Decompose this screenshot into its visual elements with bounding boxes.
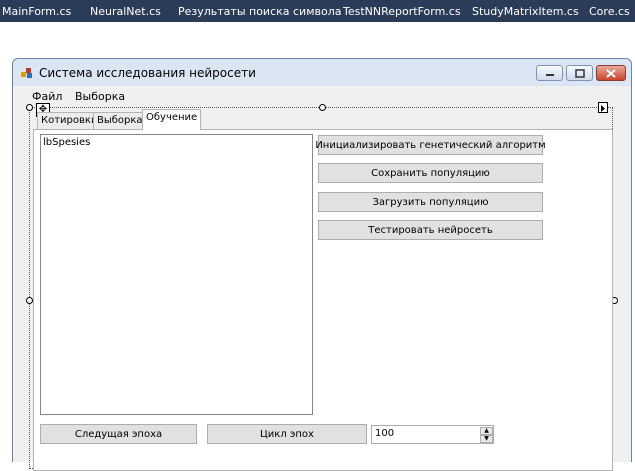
title-bar[interactable]: Система исследования нейросети — [13, 59, 631, 87]
doc-tab-testnnreport[interactable]: TestNNReportForm.cs — [343, 5, 461, 18]
menu-file[interactable]: Файл — [32, 90, 62, 103]
window-title: Система исследования нейросети — [39, 66, 256, 80]
tab-sample[interactable]: Выборка — [93, 112, 147, 129]
close-button[interactable] — [596, 65, 626, 81]
tab-quotes[interactable]: Котировки — [37, 112, 102, 129]
test-network-button[interactable]: Тестировать нейросеть — [318, 220, 543, 240]
listbox-item[interactable]: lbSpesies — [43, 137, 90, 148]
load-population-button[interactable]: Загрузить популяцию — [318, 192, 543, 212]
spin-up-icon[interactable]: ▲ — [480, 427, 493, 435]
epoch-count-value: 100 — [375, 428, 395, 439]
spin-down-icon[interactable]: ▼ — [480, 435, 493, 443]
epoch-count-stepper[interactable]: 100 ▲ ▼ — [371, 425, 494, 444]
form-window: Система исследования нейросети Файл Выбо… — [12, 58, 632, 471]
document-tab-strip: MainForm.cs NeuralNet.cs Результаты поис… — [0, 0, 635, 22]
resize-handle-middle-left[interactable] — [26, 297, 33, 304]
close-icon — [606, 68, 616, 78]
init-genetic-algorithm-button[interactable]: Инициализировать генетический алгоритм — [315, 135, 546, 155]
doc-tab-mainform[interactable]: MainForm.cs — [2, 5, 71, 18]
next-epoch-button[interactable]: Следущая эпоха — [40, 424, 197, 444]
doc-tab-search-results[interactable]: Результаты поиска символа — [178, 5, 342, 18]
maximize-icon — [574, 68, 585, 78]
doc-tab-studymatrixitem[interactable]: StudyMatrixItem.cs — [472, 5, 579, 18]
save-population-button[interactable]: Сохранить популяцию — [318, 163, 543, 183]
tab-learning[interactable]: Обучение — [142, 109, 202, 130]
resize-handle-top-left[interactable] — [26, 104, 33, 111]
app-icon — [21, 68, 32, 78]
epoch-cycle-button[interactable]: Цикл эпох — [207, 424, 367, 444]
designer-surface: Система исследования нейросети Файл Выбо… — [0, 22, 635, 471]
doc-tab-core[interactable]: Core.cs — [589, 5, 630, 18]
resize-handle-top-center[interactable] — [319, 104, 326, 111]
minimize-button[interactable] — [536, 65, 563, 81]
minimize-icon — [545, 74, 554, 76]
menu-bar: Файл Выборка — [13, 87, 631, 105]
doc-tab-neuralnet[interactable]: NeuralNet.cs — [90, 5, 161, 18]
smart-tag-icon[interactable] — [598, 102, 608, 113]
menu-sample[interactable]: Выборка — [75, 90, 125, 103]
maximize-button[interactable] — [566, 65, 593, 81]
species-listbox[interactable]: lbSpesies — [40, 134, 313, 415]
